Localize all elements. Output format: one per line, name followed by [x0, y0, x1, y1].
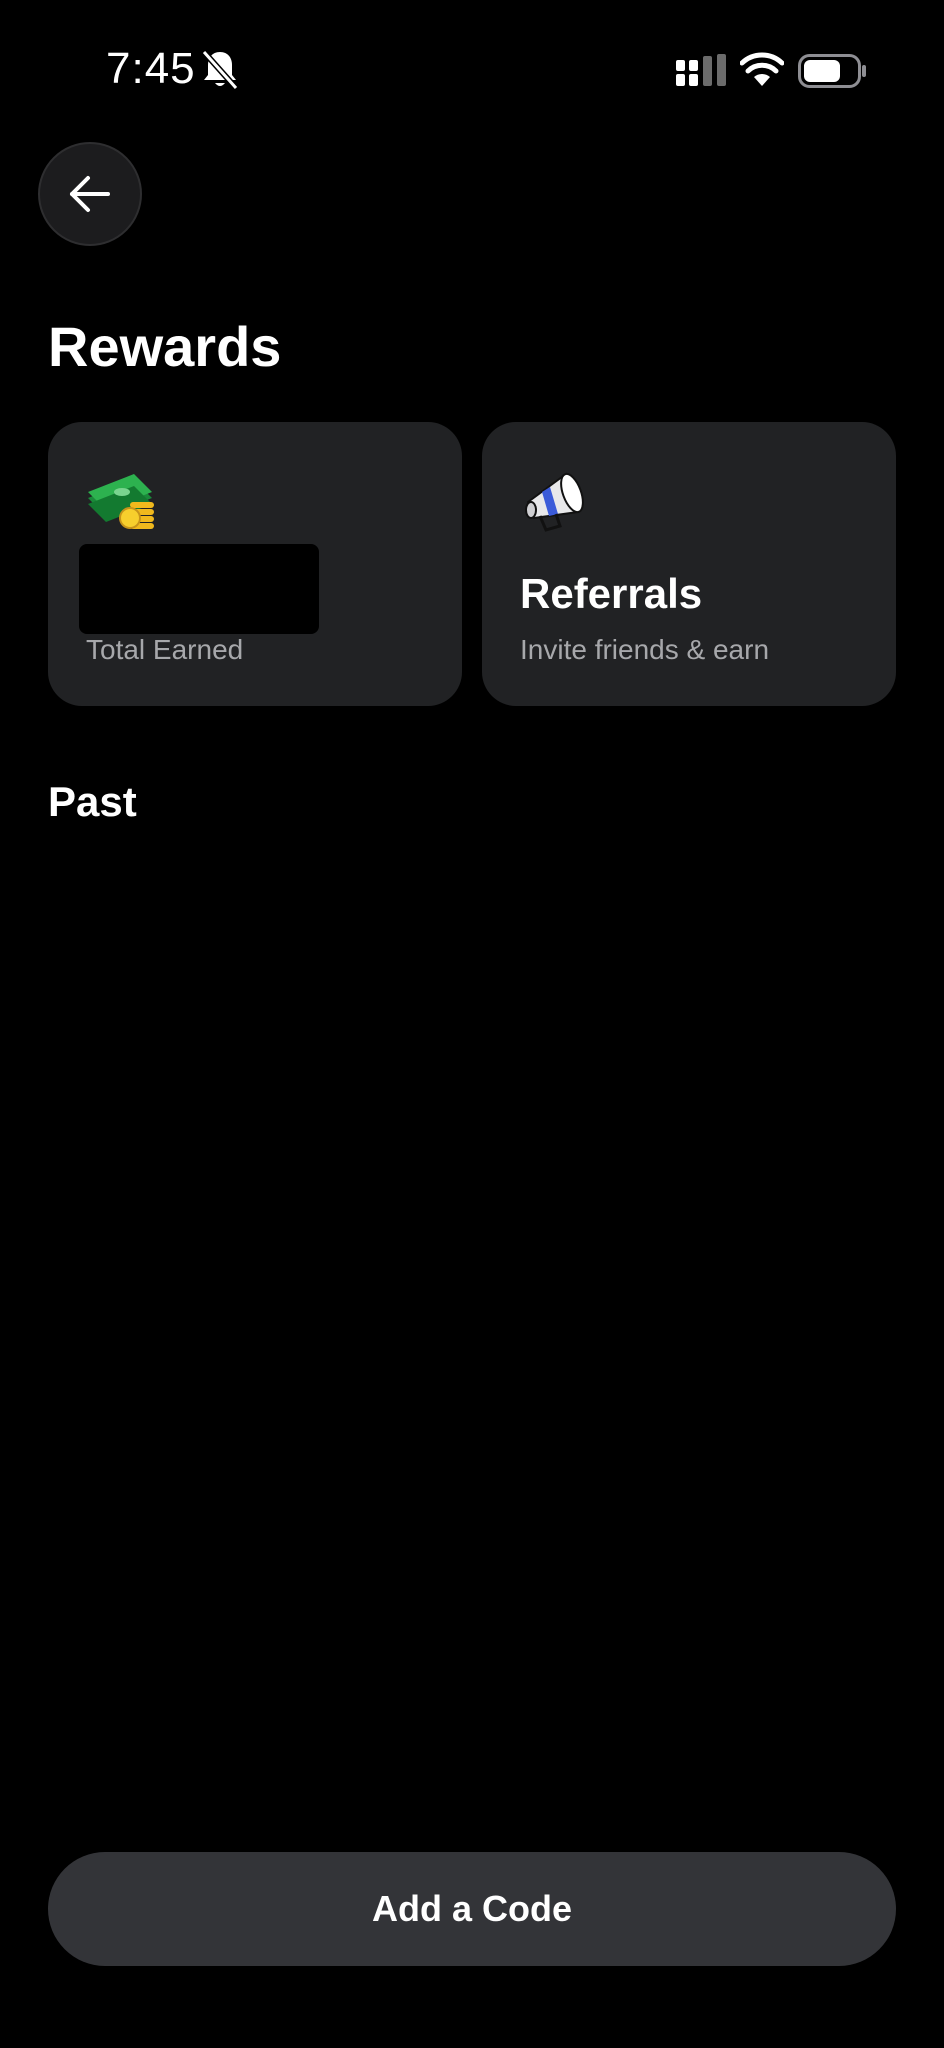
megaphone-icon: [525, 472, 584, 532]
arrow-left-icon: [70, 176, 110, 212]
total-earned-card[interactable]: Total Earned: [48, 422, 462, 706]
referrals-title: Referrals: [520, 570, 703, 617]
referrals-card[interactable]: Referrals Invite friends & earn: [482, 422, 896, 706]
money-icon: [88, 474, 154, 529]
page-title: Rewards: [48, 315, 282, 378]
status-bar: 7:45: [0, 0, 944, 140]
total-earned-amount-redacted: [79, 544, 319, 634]
battery-icon: [798, 54, 866, 88]
bell-slash-icon: [201, 50, 239, 90]
add-code-button[interactable]: Add a Code: [48, 1852, 896, 1966]
wifi-icon: [740, 52, 784, 86]
back-button[interactable]: [38, 142, 142, 246]
referrals-caption: Invite friends & earn: [520, 634, 770, 665]
signal-icon: [676, 54, 726, 86]
total-earned-label: Total Earned: [86, 634, 244, 665]
status-time: 7:45: [106, 44, 196, 93]
past-section-title: Past: [48, 778, 137, 825]
